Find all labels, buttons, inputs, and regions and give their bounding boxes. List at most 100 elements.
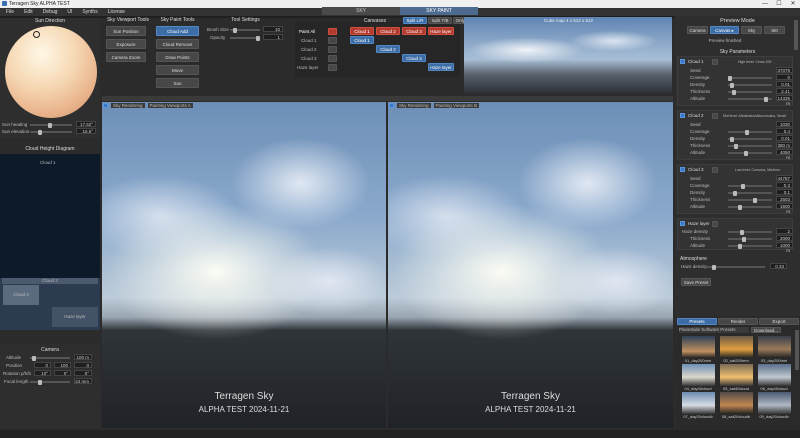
preset-item[interactable]: 07_day20cloudb: [679, 392, 717, 419]
rotation-b[interactable]: 0°: [74, 370, 92, 376]
sun-heading-field[interactable]: 17.62°: [76, 121, 96, 127]
opacity-slider[interactable]: [230, 35, 260, 41]
haze-thickness-slider[interactable]: [728, 236, 772, 242]
preview-skt-button[interactable]: Skt: [764, 26, 785, 34]
cloud3-checkbox[interactable]: [680, 167, 685, 172]
maximize-icon[interactable]: ☐: [772, 0, 786, 8]
exposure-button[interactable]: Exposure: [106, 39, 146, 49]
cloud1-toggle[interactable]: [328, 37, 337, 44]
density-slider[interactable]: [728, 136, 772, 142]
camera-zoom-button[interactable]: Camera Zoom: [106, 52, 146, 62]
row-cloud3[interactable]: Cloud 3: [301, 56, 317, 61]
thickness-slider[interactable]: [728, 143, 772, 149]
menu-ui[interactable]: UI: [63, 8, 76, 16]
tab-sky-paint[interactable]: SKY PAINT: [400, 7, 478, 15]
altitude-slider[interactable]: [30, 355, 70, 361]
thickness-slider[interactable]: [728, 197, 772, 203]
minimize-icon[interactable]: —: [758, 0, 772, 8]
move-button[interactable]: Move: [156, 65, 199, 75]
coverage-field[interactable]: 0: [776, 74, 793, 80]
close-icon[interactable]: ✕: [786, 0, 800, 8]
canvas-cloud2[interactable]: Cloud 2: [376, 27, 400, 35]
altitude-field[interactable]: 4050 m: [776, 149, 793, 160]
cloud1-paint-toggle[interactable]: [712, 59, 718, 65]
sun-marker[interactable]: [33, 31, 40, 38]
cloud2-toggle[interactable]: [328, 46, 337, 53]
row-cloud1[interactable]: Cloud 1: [301, 38, 317, 43]
download-button[interactable]: Download...: [751, 327, 781, 333]
altitude-field[interactable]: 14335 m: [776, 95, 793, 106]
opacity-field[interactable]: 1: [263, 34, 283, 40]
thickness-slider[interactable]: [728, 89, 772, 95]
canvas-cell-cloud3[interactable]: Cloud 3: [402, 54, 426, 62]
cloud2-paint-toggle[interactable]: [712, 113, 718, 119]
menu-license[interactable]: License: [104, 8, 129, 16]
canvas-cell-haze[interactable]: Haze layer: [428, 63, 454, 71]
preset-item[interactable]: 01_day200mm: [679, 336, 717, 363]
altitude-field[interactable]: 1500 m: [776, 203, 793, 214]
split-tb-tab[interactable]: Split T/B: [428, 17, 452, 24]
menu-debug[interactable]: Debug: [39, 8, 62, 16]
altitude-slider[interactable]: [728, 96, 772, 102]
sun-heading-slider[interactable]: [30, 122, 72, 128]
row-paint-all[interactable]: Paint All: [299, 29, 315, 34]
split-lr-tab[interactable]: Split L/R: [403, 17, 427, 24]
tab-export[interactable]: Export: [759, 318, 799, 325]
seed-field[interactable]: 1030: [776, 121, 793, 127]
viewport-left-checkbox[interactable]: [103, 103, 108, 108]
save-preset-button[interactable]: Save Preset: [681, 278, 711, 286]
rotation-h[interactable]: 0°: [54, 370, 71, 376]
preset-item[interactable]: 05_sat40cloud: [717, 364, 755, 391]
canvas-cell-cloud1[interactable]: Cloud 1: [350, 36, 374, 44]
viewport-right-checkbox[interactable]: [389, 103, 394, 108]
preset-item[interactable]: 09_day20cloudb: [755, 392, 793, 419]
haze-density-field[interactable]: 2: [776, 228, 793, 234]
row-cloud2[interactable]: Cloud 2: [301, 47, 317, 52]
position-z[interactable]: 0: [74, 362, 92, 368]
brush-size-slider[interactable]: [230, 27, 260, 33]
scrollbar[interactable]: [794, 20, 798, 50]
haze-checkbox[interactable]: [680, 221, 685, 226]
thickness-field[interactable]: 380 m: [776, 142, 793, 148]
preset-item[interactable]: 02_sat200mm: [717, 336, 755, 363]
rotation-p[interactable]: 10°: [34, 370, 51, 376]
canvas-haze[interactable]: Haze layer: [428, 27, 454, 35]
cloud3-paint-toggle[interactable]: [712, 167, 718, 173]
presets-scrollbar[interactable]: [795, 330, 799, 370]
atmo-haze-field[interactable]: 0.33: [770, 263, 787, 269]
density-field[interactable]: 0.1: [776, 189, 793, 195]
tab-presets[interactable]: Presets: [677, 318, 717, 325]
preset-source[interactable]: Planetside Software Presets: [679, 327, 749, 333]
cloud1-checkbox[interactable]: [680, 59, 685, 64]
sun-tool-button[interactable]: Sun: [156, 78, 199, 88]
density-field[interactable]: 0.01: [776, 81, 793, 87]
altitude-slider[interactable]: [728, 204, 772, 210]
haze-paint-toggle[interactable]: [712, 221, 718, 227]
draw-points-button[interactable]: Draw Points: [156, 52, 199, 62]
haze-altitude-field[interactable]: 1000 m: [776, 242, 793, 253]
focal-slider[interactable]: [30, 379, 70, 385]
position-x[interactable]: 0: [34, 362, 51, 368]
position-y[interactable]: 100: [54, 362, 71, 368]
cloud-remove-button[interactable]: Cloud Remove: [156, 39, 199, 49]
haze-toggle[interactable]: [328, 64, 337, 71]
haze-density-slider[interactable]: [728, 229, 772, 235]
viewport-right[interactable]: Sky Rendering Painting Viewports B Terra…: [388, 102, 673, 428]
preview-canvas-button[interactable]: Canvas ▸: [710, 26, 739, 34]
cloud3-toggle[interactable]: [328, 55, 337, 62]
canvas-cell-cloud2[interactable]: Cloud 2: [376, 45, 400, 53]
preset-item[interactable]: 04_day40cloud: [679, 364, 717, 391]
preset-item[interactable]: 06_day40cloud: [755, 364, 793, 391]
haze-thickness-field[interactable]: 2000 m: [776, 235, 793, 246]
cloud2-checkbox[interactable]: [680, 113, 685, 118]
menu-file[interactable]: File: [2, 8, 18, 16]
coverage-field[interactable]: 0.4: [776, 128, 793, 134]
preset-item[interactable]: 08_sat20cloudb: [717, 392, 755, 419]
seed-field[interactable]: 37079: [776, 67, 793, 73]
canvas-cloud1[interactable]: Cloud 1: [350, 27, 374, 35]
haze-altitude-slider[interactable]: [728, 243, 772, 249]
menu-edit[interactable]: Edit: [20, 8, 37, 16]
preview-camera-button[interactable]: Camera: [687, 26, 708, 34]
splitter[interactable]: [102, 96, 673, 101]
preset-item[interactable]: 03_day200mm: [755, 336, 793, 363]
